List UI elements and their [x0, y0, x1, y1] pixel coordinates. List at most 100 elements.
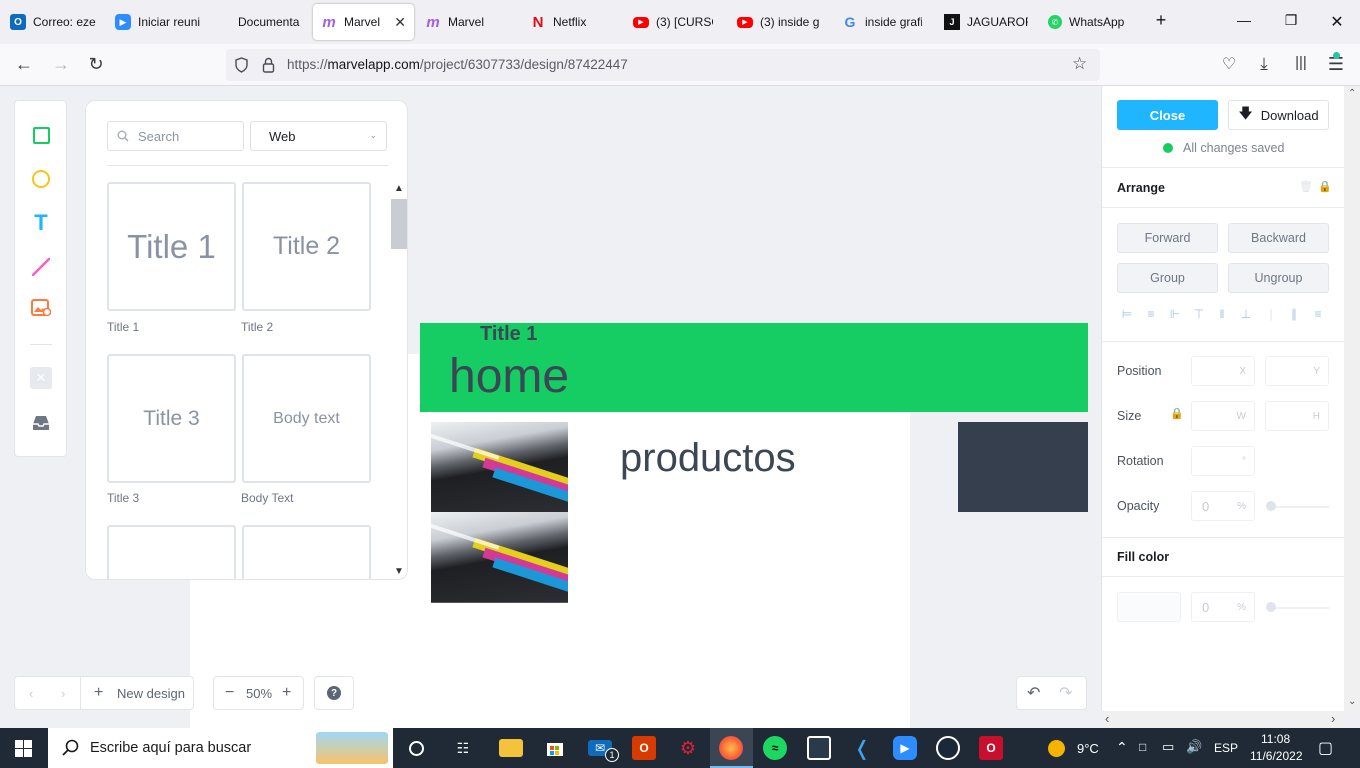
- volume-icon[interactable]: 🔊: [1186, 739, 1202, 755]
- weather-icon[interactable]: [1048, 740, 1065, 757]
- align-right-icon[interactable]: ⊩: [1168, 307, 1182, 321]
- size-w-field[interactable]: W: [1191, 401, 1255, 431]
- back-icon[interactable]: ←: [13, 54, 35, 75]
- rectangle-tool-icon[interactable]: [30, 124, 52, 146]
- library-search-input[interactable]: Search: [107, 121, 244, 151]
- panel-scroll-thumb[interactable]: [391, 199, 407, 249]
- firefox-icon[interactable]: [719, 736, 743, 760]
- lock-icon[interactable]: 🔒: [1318, 180, 1332, 193]
- zoom-level[interactable]: 50%: [246, 686, 272, 701]
- scroll-right-icon[interactable]: ›: [1331, 711, 1335, 726]
- clock-time[interactable]: 11:08: [1261, 732, 1290, 746]
- weather-temp[interactable]: 9°C: [1077, 741, 1099, 756]
- task-view-icon[interactable]: ☷: [451, 736, 475, 760]
- opacity-slider-knob[interactable]: [1266, 501, 1276, 511]
- position-x-field[interactable]: X: [1191, 356, 1255, 386]
- display-icon[interactable]: ▭: [1162, 739, 1174, 755]
- tab-jaguar[interactable]: J JAGUAROFI: [944, 4, 1028, 40]
- inbox-icon[interactable]: [30, 412, 52, 434]
- align-left-icon[interactable]: ⊨: [1120, 307, 1134, 321]
- vscode-icon[interactable]: ❬: [850, 736, 874, 760]
- network-icon[interactable]: □: [1139, 740, 1146, 754]
- platform-select[interactable]: Web ⌄: [250, 121, 387, 151]
- tab-google[interactable]: G inside grafi: [842, 4, 922, 40]
- previous-design-icon[interactable]: ‹: [29, 686, 33, 701]
- antivirus-icon[interactable]: ⚙: [676, 736, 700, 760]
- opacity-slider[interactable]: [1267, 506, 1329, 508]
- tab-youtube-1[interactable]: ▶ (3) [CURSO: [633, 4, 713, 40]
- banner-subtitle[interactable]: Title 1: [480, 323, 537, 346]
- scroll-up-icon[interactable]: ▲: [394, 183, 404, 194]
- fill-opacity-slider-knob[interactable]: [1266, 602, 1276, 612]
- inspector-scrollbar[interactable]: ⌃ ⌄: [1344, 86, 1360, 713]
- store-icon[interactable]: [543, 736, 567, 760]
- tile-more[interactable]: [242, 525, 371, 579]
- fill-opacity-field[interactable]: 0 %: [1191, 592, 1255, 622]
- undo-icon[interactable]: ↶: [1027, 683, 1040, 703]
- close-button[interactable]: Close: [1117, 100, 1218, 130]
- backward-button[interactable]: Backward: [1228, 223, 1329, 253]
- position-y-field[interactable]: Y: [1265, 356, 1329, 386]
- tab-whatsapp[interactable]: ✆ WhatsApp: [1048, 4, 1138, 40]
- banner-title[interactable]: home: [449, 349, 569, 404]
- opacity-field[interactable]: 0 %: [1191, 491, 1255, 521]
- forward-button[interactable]: Forward: [1117, 223, 1218, 253]
- reload-icon[interactable]: ↻: [85, 54, 107, 75]
- language-indicator[interactable]: ESP: [1214, 741, 1238, 755]
- align-center-icon[interactable]: ≡: [1144, 307, 1158, 321]
- new-design-button[interactable]: New design: [117, 686, 185, 701]
- inspector-horizontal-scrollbar[interactable]: ‹ ›: [1101, 711, 1344, 728]
- library-icon[interactable]: |||: [1290, 54, 1312, 71]
- rotation-field[interactable]: °: [1191, 446, 1255, 476]
- ungroup-button[interactable]: Ungroup: [1228, 263, 1329, 293]
- clock-date[interactable]: 11/6/2022: [1250, 749, 1303, 763]
- bookmark-star-icon[interactable]: ☆: [1072, 54, 1087, 74]
- green-banner-rectangle[interactable]: Title 1 home: [420, 323, 1088, 412]
- tile-title-1[interactable]: Title 1: [107, 182, 236, 311]
- download-button[interactable]: 🡇 Download: [1228, 100, 1329, 130]
- components-close-icon[interactable]: ✕: [30, 367, 52, 389]
- align-top-icon[interactable]: ⊤: [1192, 307, 1206, 321]
- scroll-up-icon[interactable]: ⌃: [1348, 88, 1356, 99]
- tab-marvel-active[interactable]: m Marvel ✕: [313, 4, 414, 40]
- fill-color-swatch[interactable]: [1117, 592, 1181, 622]
- taskbar-search[interactable]: Escribe aquí para buscar: [48, 728, 393, 768]
- line-tool-icon[interactable]: [30, 256, 52, 278]
- downloads-icon[interactable]: ⤓: [1253, 54, 1275, 74]
- help-button[interactable]: ?: [314, 676, 354, 710]
- tab-youtube-2[interactable]: ▶ (3) inside gr: [737, 4, 819, 40]
- minimize-icon[interactable]: —: [1234, 12, 1254, 28]
- zoom-app-icon[interactable]: ▶: [893, 736, 917, 760]
- zoom-in-icon[interactable]: +: [282, 684, 291, 702]
- tile-body-text[interactable]: Body text: [242, 354, 371, 483]
- tab-document[interactable]: Documenta: [238, 4, 302, 40]
- notifications-icon[interactable]: ▢: [1318, 738, 1333, 758]
- tab-marvel[interactable]: m Marvel: [425, 4, 515, 40]
- scroll-down-icon[interactable]: ▼: [394, 566, 404, 577]
- zoom-out-icon[interactable]: −: [225, 684, 234, 702]
- scroll-down-icon[interactable]: ⌄: [1348, 696, 1356, 707]
- tile-title-3[interactable]: Title 3: [107, 354, 236, 483]
- scroll-left-icon[interactable]: ‹: [1105, 711, 1109, 726]
- size-h-field[interactable]: H: [1265, 401, 1329, 431]
- group-button[interactable]: Group: [1117, 263, 1218, 293]
- close-tab-icon[interactable]: ✕: [394, 14, 406, 31]
- align-middle-icon[interactable]: ‖: [1215, 307, 1229, 321]
- trash-icon[interactable]: 🗑: [1299, 180, 1313, 193]
- align-bottom-icon[interactable]: ⊥: [1239, 307, 1253, 321]
- steam-icon[interactable]: [936, 736, 960, 760]
- distribute-horizontal-icon[interactable]: ∥: [1287, 307, 1301, 321]
- dark-rectangle[interactable]: [958, 422, 1088, 512]
- tile-title-2[interactable]: Title 2: [242, 182, 371, 311]
- office-icon[interactable]: O: [632, 736, 656, 760]
- tab-netflix[interactable]: N Netflix: [530, 4, 620, 40]
- tray-chevron-icon[interactable]: ⌃: [1116, 739, 1128, 756]
- maximize-icon[interactable]: ❐: [1281, 12, 1301, 29]
- file-explorer-icon[interactable]: [499, 739, 523, 757]
- forward-icon[interactable]: →: [50, 54, 72, 75]
- image-tool-icon[interactable]: [30, 297, 52, 319]
- redo-icon[interactable]: ↷: [1059, 683, 1072, 703]
- printer-image[interactable]: [431, 422, 568, 603]
- lock-icon[interactable]: [262, 57, 275, 73]
- fill-opacity-slider[interactable]: [1267, 607, 1329, 609]
